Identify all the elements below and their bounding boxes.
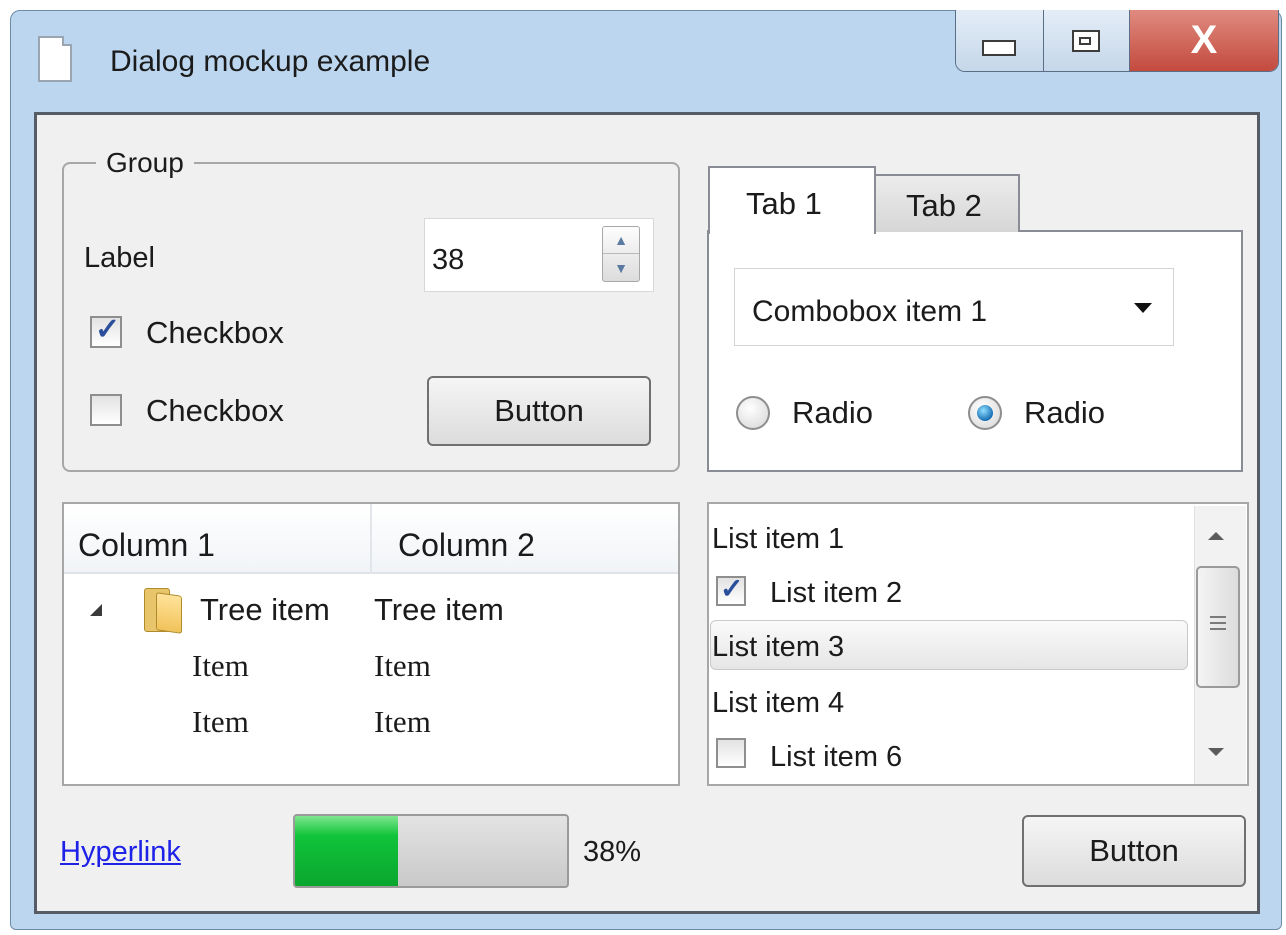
tab-2[interactable]: Tab 2 [874, 174, 1020, 232]
grip-line [1210, 616, 1226, 618]
check-icon: ✓ [95, 313, 121, 346]
close-button[interactable]: X [1129, 10, 1278, 71]
radio-1-label[interactable]: Radio [792, 394, 873, 432]
scroll-up-icon[interactable] [1208, 532, 1224, 540]
spinbox-value[interactable]: 38 [432, 242, 464, 278]
expand-triangle-icon[interactable] [90, 604, 102, 616]
list-item-2[interactable]: List item 2 [770, 576, 902, 610]
checkbox-2[interactable] [90, 394, 122, 426]
minimize-button[interactable] [956, 10, 1044, 71]
list-item-1[interactable]: List item 1 [712, 522, 844, 556]
list-item-3[interactable]: List item 3 [712, 630, 844, 664]
combobox-value[interactable]: Combobox item 1 [752, 294, 987, 330]
tab-panel [707, 230, 1243, 472]
column-1-header[interactable]: Column 1 [78, 526, 215, 564]
maximize-icon [1072, 29, 1101, 52]
spinbox-buttons: ▲ ▼ [602, 226, 640, 282]
progress-percent: 38% [583, 836, 642, 868]
check-icon: ✓ [720, 573, 744, 604]
list-item-6[interactable]: List item 6 [770, 740, 902, 774]
spin-up-icon[interactable]: ▲ [603, 227, 639, 254]
tree-row-2-col-1[interactable]: Item [192, 648, 249, 684]
radio-2[interactable] [968, 396, 1002, 430]
hyperlink[interactable]: Hyperlink [60, 834, 181, 870]
tree-row-3-col-1[interactable]: Item [192, 704, 249, 740]
window-title: Dialog mockup example [110, 45, 431, 78]
tree-row-1-col-2[interactable]: Tree item [374, 592, 504, 628]
spin-down-icon[interactable]: ▼ [603, 254, 639, 281]
tab-1[interactable]: Tab 1 [708, 166, 876, 234]
group-title: Group [96, 146, 194, 180]
column-2-header[interactable]: Column 2 [398, 526, 535, 564]
radio-selected-dot [977, 405, 993, 421]
close-icon: X [1190, 18, 1218, 62]
grip-line [1210, 628, 1226, 630]
minimize-icon [982, 39, 1017, 56]
tree-row-3-col-2[interactable]: Item [374, 704, 431, 740]
field-label: Label [84, 242, 155, 274]
checkbox-1-label[interactable]: Checkbox [146, 314, 284, 352]
list-item-4[interactable]: List item 4 [712, 686, 844, 720]
progress-bar [293, 814, 569, 888]
grip-line [1210, 622, 1226, 624]
list-item-2-checkbox[interactable]: ✓ [716, 573, 746, 606]
scroll-thumb[interactable] [1196, 566, 1240, 688]
window-controls: X [955, 10, 1279, 72]
list-item-6-checkbox[interactable] [716, 738, 746, 768]
progress-fill [295, 816, 399, 886]
radio-1[interactable] [736, 396, 770, 430]
checkbox-1[interactable]: ✓ [90, 313, 122, 348]
checkbox-2-label[interactable]: Checkbox [146, 392, 284, 430]
folder-icon [144, 588, 184, 634]
radio-2-label[interactable]: Radio [1024, 394, 1105, 432]
tree-row-1-col-1[interactable]: Tree item [200, 592, 330, 628]
tree-row-2-col-2[interactable]: Item [374, 648, 431, 684]
maximize-button[interactable] [1043, 10, 1130, 71]
document-icon [38, 36, 72, 82]
dropdown-arrow-icon[interactable] [1134, 303, 1152, 313]
column-divider[interactable] [370, 504, 372, 574]
folder-icon-front [156, 592, 182, 634]
group-button[interactable]: Button [427, 376, 651, 446]
footer-button[interactable]: Button [1022, 815, 1246, 887]
scroll-down-icon[interactable] [1208, 748, 1224, 756]
